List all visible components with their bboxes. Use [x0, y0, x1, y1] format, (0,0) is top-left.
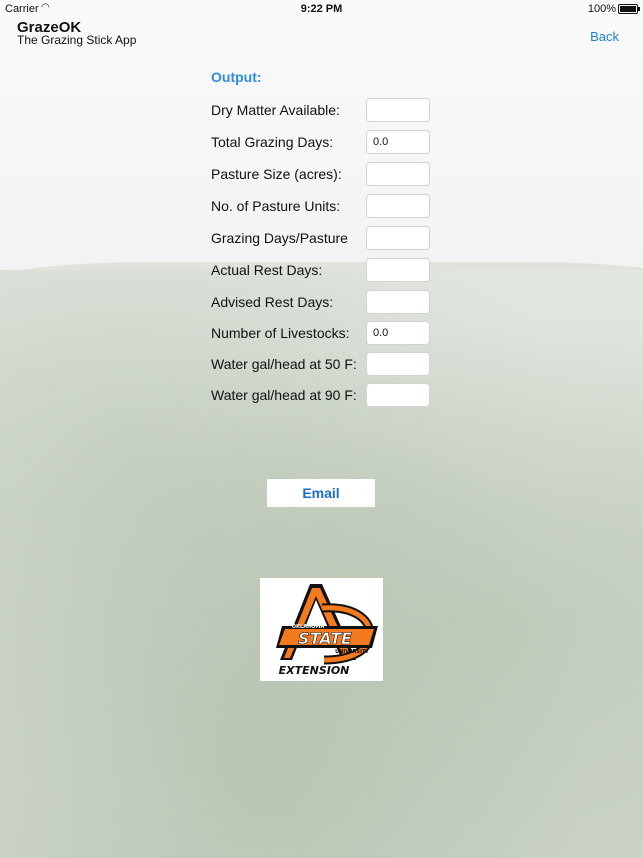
total-grazing-days-label: Total Grazing Days: [211, 134, 334, 150]
water-50f-label: Water gal/head at 50 F: [211, 356, 357, 372]
water-90f-field[interactable] [366, 383, 430, 407]
livestock-count-field[interactable]: 0.0 [366, 321, 430, 345]
livestock-count-label: Number of Livestocks: [211, 325, 350, 341]
pasture-size-field[interactable] [366, 162, 430, 186]
clock: 9:22 PM [300, 3, 343, 15]
logo-oklahoma-text: OKLAHOMA [292, 624, 325, 630]
pasture-size-label: Pasture Size (acres): [211, 166, 342, 182]
grazing-days-pasture-label: Grazing Days/Pasture [211, 230, 348, 246]
water-90f-label: Water gal/head at 90 F: [211, 387, 357, 403]
background-photo [0, 0, 643, 858]
logo-extension-text: EXTENSION [279, 664, 350, 677]
dry-matter-field[interactable] [366, 98, 430, 122]
battery-percent: 100% [587, 3, 616, 15]
osu-extension-logo: STATE OKLAHOMA UNIVERSITY EXTENSION [260, 578, 383, 681]
water-50f-field[interactable] [366, 352, 430, 376]
pasture-units-label: No. of Pasture Units: [211, 198, 341, 214]
advised-rest-days-field[interactable] [366, 290, 430, 314]
email-button[interactable]: Email [267, 479, 375, 507]
advised-rest-days-label: Advised Rest Days: [211, 294, 334, 310]
osu-logo-icon: STATE OKLAHOMA UNIVERSITY EXTENSION [276, 584, 378, 677]
status-bar: Carrier ◠ 9:22 PM 100% [0, 0, 643, 18]
pasture-units-field[interactable] [366, 194, 430, 218]
battery-icon [618, 4, 640, 14]
back-button[interactable]: Back [590, 29, 619, 44]
actual-rest-days-field[interactable] [366, 258, 430, 282]
app-subtitle: The Grazing Stick App [17, 33, 137, 47]
actual-rest-days-label: Actual Rest Days: [211, 262, 323, 278]
output-title: Output: [211, 69, 262, 85]
logo-university-text: UNIVERSITY [335, 649, 369, 655]
logo-state-text: STATE [298, 629, 352, 648]
total-grazing-days-field[interactable]: 0.0 [366, 130, 430, 154]
dry-matter-label: Dry Matter Available: [211, 102, 340, 118]
grazing-days-pasture-field[interactable] [366, 226, 430, 250]
